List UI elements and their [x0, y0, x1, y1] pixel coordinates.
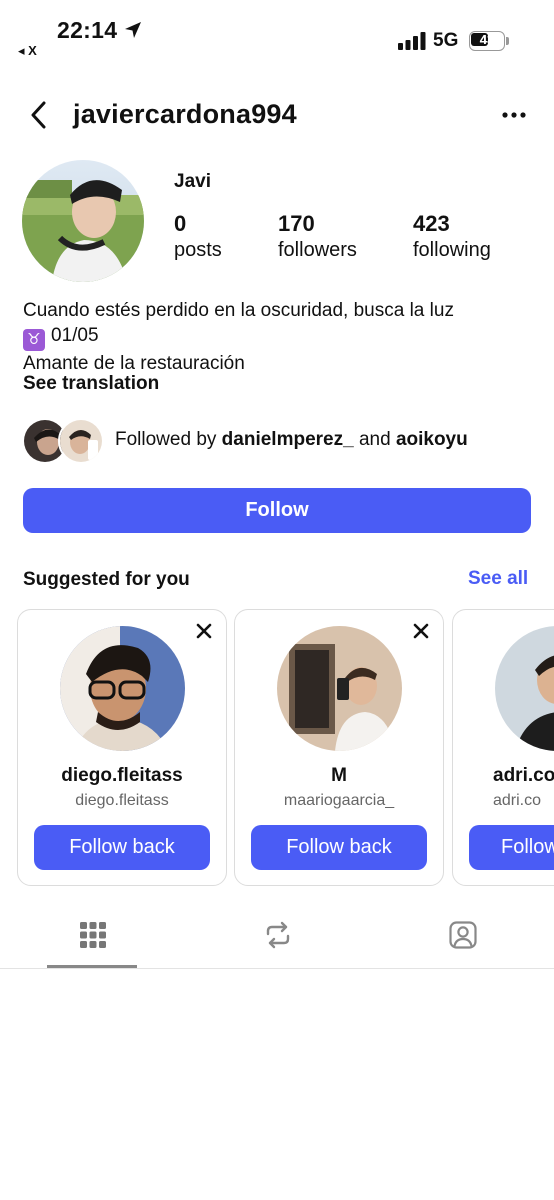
following-label: following — [413, 239, 491, 261]
profile-tabs — [0, 905, 554, 969]
suggested-avatar[interactable] — [60, 626, 185, 751]
stat-posts[interactable]: 0 posts — [174, 211, 222, 263]
suggested-avatar[interactable] — [495, 626, 554, 751]
tab-posts-grid[interactable] — [47, 905, 137, 967]
location-arrow-icon — [125, 22, 141, 38]
cellular-signal-icon — [398, 32, 426, 50]
suggested-title: Suggested for you — [23, 569, 190, 590]
repost-icon — [266, 921, 290, 949]
suggested-name[interactable]: adri.co — [453, 765, 554, 787]
followers-count: 170 — [278, 211, 315, 236]
tagged-person-icon — [449, 921, 477, 949]
followed-by-prefix: Followed by — [115, 429, 217, 450]
close-icon[interactable] — [412, 622, 430, 640]
close-icon[interactable] — [195, 622, 213, 640]
grid-icon — [80, 922, 106, 948]
taurus-emoji-icon: ♉ — [23, 329, 45, 351]
more-options-icon[interactable] — [497, 102, 531, 128]
suggested-card[interactable]: M maariogaarcia_ Follow back — [234, 609, 444, 886]
posts-label: posts — [174, 239, 222, 261]
suggested-handle: maariogaarcia_ — [283, 792, 395, 809]
bio: Cuando estés perdido en la oscuridad, bu… — [23, 298, 454, 376]
followed-by-row[interactable]: Followed by danielmperez_ and aoikoyu — [22, 418, 542, 464]
battery-icon: 43 — [469, 31, 509, 51]
suggested-name[interactable]: diego.fleitass — [18, 765, 226, 787]
mutual-avatar-2 — [58, 418, 104, 464]
back-chevron-icon[interactable] — [26, 98, 52, 132]
profile-avatar[interactable] — [22, 160, 144, 282]
followed-by-text: Followed by danielmperez_ and aoikoyu — [115, 429, 468, 451]
posts-count: 0 — [174, 211, 187, 236]
mutual-user-2[interactable]: aoikoyu — [396, 429, 468, 450]
back-to-app-link[interactable]: ◂ X — [18, 43, 37, 59]
suggested-handle: adri.co — [493, 792, 542, 809]
mutual-user-1[interactable]: danielmperez_ — [222, 429, 354, 450]
display-name: Javi — [174, 171, 211, 192]
suggested-cards: diego.fleitass diego.fleitass Follow bac… — [0, 609, 554, 887]
see-translation-link[interactable]: See translation — [23, 373, 159, 395]
bio-line-1: Cuando estés perdido en la oscuridad, bu… — [23, 300, 454, 321]
clock: 22:14 — [57, 17, 118, 43]
follow-back-button[interactable]: Follow back — [251, 825, 427, 870]
suggested-name[interactable]: M — [235, 765, 443, 787]
status-bar: 22:14 ◂ X 5G 43 — [0, 0, 554, 70]
tab-tagged[interactable] — [417, 905, 507, 967]
see-all-link[interactable]: See all — [468, 568, 528, 590]
stat-following[interactable]: 423 following — [413, 211, 491, 263]
follow-back-button[interactable]: Follow back — [34, 825, 210, 870]
bio-date: 01/05 — [51, 325, 99, 346]
followed-by-joiner: and — [358, 429, 391, 450]
followers-label: followers — [278, 239, 357, 261]
stat-followers[interactable]: 170 followers — [278, 211, 357, 263]
suggested-avatar[interactable] — [277, 626, 402, 751]
battery-percent: 43 — [479, 32, 495, 47]
suggested-handle: diego.fleitass — [75, 792, 169, 809]
network-type: 5G — [433, 30, 459, 51]
suggested-card[interactable]: adri.co adri.co Follow — [452, 609, 554, 886]
bio-line-2: ♉ 01/05 — [23, 323, 454, 351]
follow-button-card[interactable]: Follow — [469, 825, 554, 870]
follow-button[interactable]: Follow — [23, 488, 531, 533]
suggested-card[interactable]: diego.fleitass diego.fleitass Follow bac… — [17, 609, 227, 886]
profile-username: javiercardona994 — [73, 99, 297, 129]
profile-header: javiercardona994 — [0, 90, 554, 140]
profile-photo-image — [22, 160, 144, 282]
active-tab-indicator — [47, 965, 137, 968]
tab-reposts[interactable] — [232, 905, 322, 967]
following-count: 423 — [413, 211, 450, 236]
